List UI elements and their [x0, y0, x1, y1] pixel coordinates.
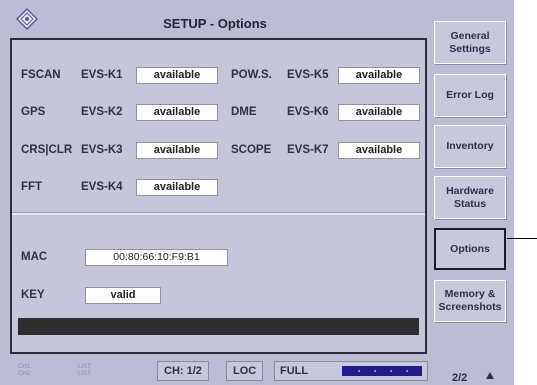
option-status: available — [136, 104, 218, 121]
key-status-field: valid — [85, 287, 161, 304]
mac-address-field: 00:80:66:10:F9:B1 — [85, 249, 228, 266]
channel-indicator: CH: 1/2 — [157, 361, 209, 381]
option-status: available — [338, 67, 420, 84]
page-up-icon[interactable] — [486, 372, 494, 379]
ch1-label: CH1: — [18, 364, 32, 370]
option-name: SCOPE — [231, 144, 272, 156]
ch2-label: CH2: — [18, 371, 32, 377]
list2-label: LIST: — [78, 371, 92, 377]
option-status: available — [136, 142, 218, 159]
option-code: EVS-K7 — [287, 144, 329, 156]
hardware-status-button[interactable]: Hardware Status — [434, 176, 506, 219]
option-code: EVS-K5 — [287, 69, 329, 81]
error-log-button[interactable]: Error Log — [434, 74, 506, 117]
options-button[interactable]: Options — [434, 228, 506, 270]
option-status: available — [136, 67, 218, 84]
mac-label: MAC — [21, 251, 48, 263]
options-panel: FSCAN EVS-K1 available GPS EVS-K2 availa… — [10, 38, 427, 354]
option-status: available — [338, 104, 420, 121]
memory-screenshots-button[interactable]: Memory & Screenshots — [434, 280, 506, 322]
full-label: FULL — [280, 365, 309, 377]
option-name: POW.S. — [231, 69, 272, 81]
option-name: FSCAN — [21, 69, 61, 81]
key-label: KEY — [21, 289, 45, 301]
option-code: EVS-K1 — [81, 69, 123, 81]
option-name: DME — [231, 106, 257, 118]
loc-indicator: LOC — [226, 361, 264, 381]
option-code: EVS-K2 — [81, 106, 123, 118]
option-name: GPS — [21, 106, 46, 118]
section-divider — [12, 212, 425, 215]
option-status: available — [136, 179, 218, 196]
general-settings-button[interactable]: General Settings — [434, 21, 506, 64]
list1-label: LIST: — [78, 364, 92, 370]
option-code: EVS-K6 — [287, 106, 329, 118]
option-status: available — [338, 142, 420, 159]
page-title: SETUP - Options — [163, 16, 267, 31]
inventory-button[interactable]: Inventory — [434, 125, 506, 168]
option-name: CRS|CLR — [21, 144, 73, 156]
option-name: FFT — [21, 181, 43, 193]
page-indicator: 2/2 — [452, 372, 468, 384]
option-code: EVS-K3 — [81, 144, 123, 156]
level-meter — [342, 366, 422, 376]
setup-screen: SETUP - Options FSCAN EVS-K1 available G… — [0, 0, 514, 385]
callout-line — [507, 238, 537, 239]
status-message-bar — [18, 318, 419, 335]
option-code: EVS-K4 — [81, 181, 123, 193]
